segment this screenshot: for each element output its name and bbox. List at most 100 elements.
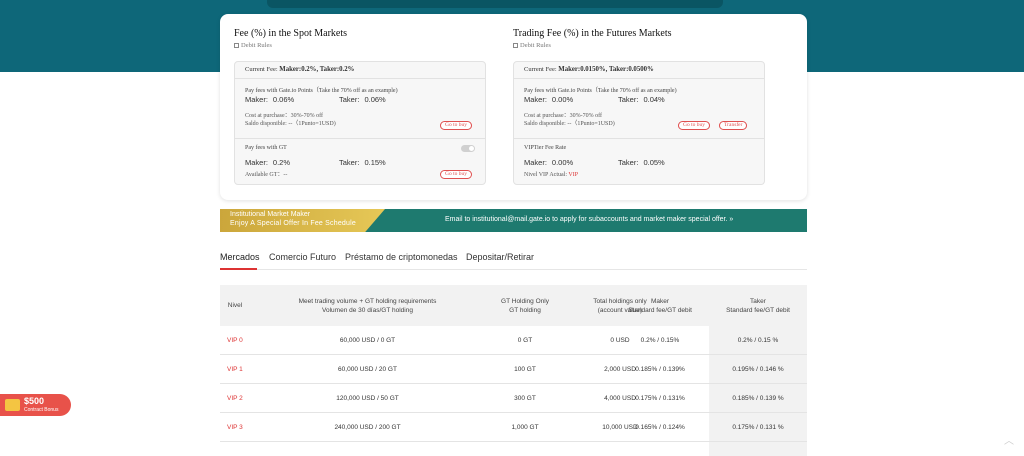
gift-icon: [5, 399, 20, 411]
taker-value: 0.15%: [364, 158, 386, 167]
futures-vip-label: VIPTier Fee Rate: [524, 145, 567, 151]
cell-trading-volume: 60,000 USD / 0 GT: [339, 337, 396, 344]
spot-points-section: Pay fees with Gate.io Points（Take the 70…: [235, 79, 485, 139]
cell-gt-holding: 0 GT: [517, 337, 533, 344]
spot-points-taker: Taker: 0.06%: [339, 95, 386, 104]
spot-points-label: Pay fees with Gate.io Points（Take the 70…: [245, 88, 398, 94]
cell-taker: 0.195% / 0.146 %: [732, 366, 784, 373]
futures-points-label: Pay fees with Gate.io Points（Take the 70…: [524, 88, 677, 94]
table-row: VIP 1 60,000 USD / 20 GT 100 GT 2,000 US…: [220, 355, 807, 384]
active-tab-indicator: [220, 268, 257, 270]
cell-gt-holding: 1,000 GT: [511, 424, 539, 431]
spot-current-fee-value: Maker:0.2%, Taker:0.2%: [279, 66, 355, 73]
vip-fee-table: Nivel Meet trading volume + GT holding r…: [220, 285, 807, 456]
futures-saldo-line: Saldo disponible: --（1Punto=1USD): [524, 121, 615, 127]
header-trading-volume: Meet trading volume + GT holding require…: [298, 297, 437, 314]
table-header-row: Nivel Meet trading volume + GT holding r…: [220, 285, 807, 326]
taker-label: Taker:: [618, 95, 639, 104]
cell-maker: 0.165% / 0.124%: [635, 424, 685, 431]
header-taker: Taker Standard fee/GT debit: [726, 297, 790, 314]
maker-value: 0.06%: [272, 95, 295, 104]
taker-value: 0.05%: [643, 158, 665, 167]
vip-level-value: VIP: [568, 172, 579, 178]
taker-value: 0.04%: [643, 95, 665, 104]
fee-card: Fee (%) in the Spot Markets Debit Rules …: [220, 14, 807, 200]
futures-go-to-buy-button[interactable]: Go to buy: [678, 121, 710, 130]
cell-maker: 0.2% / 0.15%: [640, 337, 680, 344]
hero-tab-shape: [267, 0, 723, 8]
futures-points-section: Pay fees with Gate.io Points（Take the 70…: [514, 79, 764, 139]
contract-bonus-promo[interactable]: $500 Contract Bonus: [0, 394, 71, 416]
futures-vip-level: Nivel VIP Actual: VIP: [524, 171, 578, 179]
maker-value: 0.00%: [551, 95, 574, 104]
promo-label: Contract Bonus: [24, 407, 59, 413]
maker-label: Maker:: [524, 95, 547, 104]
spot-gt-go-to-buy-button[interactable]: Go to buy: [440, 170, 472, 179]
spot-debit-rules-link[interactable]: Debit Rules: [234, 42, 272, 49]
maker-label: Maker:: [524, 158, 547, 167]
tab-mercados[interactable]: Mercados: [220, 252, 260, 262]
futures-current-fee-label: Current Fee:: [524, 66, 557, 73]
cell-maker: 0.175% / 0.131%: [635, 395, 685, 402]
spot-cost-line: Cost at purchase：30%-70% off: [245, 113, 324, 119]
header-maker: Maker Standard fee/GT debit: [628, 297, 692, 314]
fee-tabs: Mercados Comercio Futuro Préstamo de cri…: [220, 246, 807, 270]
taker-label: Taker:: [339, 95, 360, 104]
maker-value: 0.2%: [272, 158, 291, 167]
taker-value: 0.06%: [364, 95, 386, 104]
promo-amount: $500: [24, 396, 45, 406]
taker-label: Taker:: [339, 158, 360, 167]
vip-level-label: Nivel VIP Actual:: [524, 172, 567, 178]
spot-points-go-to-buy-button[interactable]: Go to buy: [440, 121, 472, 130]
futures-debit-rules-link[interactable]: Debit Rules: [513, 42, 551, 49]
cell-taker: 0.2% / 0.15 %: [737, 337, 779, 344]
spot-gt-label: Pay fees with GT: [245, 145, 287, 151]
spot-gt-maker: Maker: 0.2%: [245, 158, 290, 167]
cell-trading-volume: 120,000 USD / 50 GT: [336, 395, 399, 402]
futures-vip-taker: Taker: 0.05%: [618, 158, 665, 167]
spot-fee-title: Fee (%) in the Spot Markets: [234, 28, 348, 39]
document-icon: [513, 42, 518, 48]
spot-available-gt: Available GT：--: [245, 172, 288, 178]
futures-points-maker: Maker: 0.00%: [524, 95, 573, 104]
cell-maker: 0.185% / 0.139%: [635, 366, 685, 373]
banner-subtitle: Enjoy A Special Offer In Fee Schedule: [230, 220, 356, 227]
tab-comercio-futuro[interactable]: Comercio Futuro: [269, 252, 336, 262]
tab-depositar-retirar[interactable]: Depositar/Retirar: [466, 252, 534, 262]
spot-saldo-line: Saldo disponible: --（1Punto=1USD): [245, 121, 336, 127]
cell-taker: 0.175% / 0.131 %: [732, 424, 784, 431]
spot-current-fee-label: Current Fee:: [245, 66, 278, 73]
table-row: VIP 3 240,000 USD / 200 GT 1,000 GT 10,0…: [220, 413, 807, 442]
spot-gt-section: Pay fees with GT Maker: 0.2% Taker: 0.15% …: [235, 139, 485, 185]
cell-gt-holding: 100 GT: [514, 366, 536, 373]
header-gt-holding: GT Holding Only GT holding: [501, 297, 549, 314]
document-icon: [234, 42, 239, 48]
spot-fee-box: Current Fee: Maker:0.2%, Taker:0.2% Pay …: [234, 61, 486, 185]
futures-vip-maker: Maker: 0.00%: [524, 158, 573, 167]
futures-debit-rules-label: Debit Rules: [520, 42, 551, 49]
banner-title: Institutional Market Maker: [230, 211, 311, 218]
spot-gt-taker: Taker: 0.15%: [339, 158, 386, 167]
spot-debit-rules-label: Debit Rules: [241, 42, 272, 49]
table-row: VIP 0 60,000 USD / 0 GT 0 GT 0 USD 0.2% …: [220, 326, 807, 355]
spot-points-maker: Maker: 0.06%: [245, 95, 294, 104]
tab-prestamo-cripto[interactable]: Préstamo de criptomonedas: [345, 252, 458, 262]
futures-points-taker: Taker: 0.04%: [618, 95, 665, 104]
futures-current-fee-value: Maker:0.0150%, Taker:0.0500%: [558, 66, 654, 73]
cell-taker: 0.185% / 0.139 %: [732, 395, 784, 402]
spot-current-fee-row: Current Fee: Maker:0.2%, Taker:0.2%: [235, 62, 485, 79]
futures-vip-section: VIPTier Fee Rate Maker: 0.00% Taker: 0.05%…: [514, 139, 764, 185]
maker-label: Maker:: [245, 158, 268, 167]
banner-cta[interactable]: Email to institutional@mail.gate.io to a…: [445, 216, 733, 223]
gt-fee-toggle[interactable]: [461, 145, 475, 152]
futures-fee-box: Current Fee: Maker:0.0150%, Taker:0.0500…: [513, 61, 765, 185]
futures-current-fee-row: Current Fee: Maker:0.0150%, Taker:0.0500…: [514, 62, 764, 79]
cell-trading-volume: 240,000 USD / 200 GT: [334, 424, 401, 431]
market-maker-banner[interactable]: Institutional Market Maker Enjoy A Speci…: [220, 209, 807, 232]
maker-label: Maker:: [245, 95, 268, 104]
cell-gt-holding: 300 GT: [514, 395, 536, 402]
chevron-up-icon[interactable]: ︿: [1004, 432, 1014, 447]
table-row: VIP 2 120,000 USD / 50 GT 300 GT 4,000 U…: [220, 384, 807, 413]
maker-value: 0.00%: [551, 158, 574, 167]
futures-transfer-button[interactable]: Transfer: [719, 121, 748, 130]
